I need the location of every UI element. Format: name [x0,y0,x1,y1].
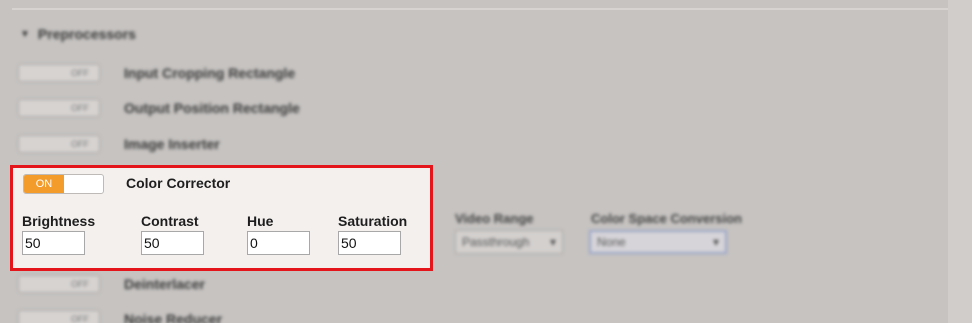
hue-input[interactable] [247,231,310,255]
row-input-cropping: OFF Input Cropping Rectangle [18,63,295,83]
chevron-down-icon: ▾ [712,235,719,249]
section-header-preprocessors[interactable]: ▼ Preprocessors [20,26,136,42]
divider [12,0,950,10]
row-output-position: OFF Output Position Rectangle [18,98,300,118]
saturation-label: Saturation [338,213,408,229]
toggle-image-inserter[interactable]: OFF [18,135,100,153]
row-label: Image Inserter [124,136,220,152]
scrollbar-track[interactable] [948,0,972,323]
contrast-input[interactable] [141,231,204,255]
row-deinterlacer: OFF Deinterlacer [18,274,205,294]
toggle-on-label: ON [24,175,64,193]
chevron-down-icon: ▾ [549,235,556,249]
row-label: Noise Reducer [124,311,223,323]
brightness-label: Brightness [22,213,96,229]
brightness-input[interactable] [22,231,85,255]
row-label: Deinterlacer [124,276,205,292]
color-corrector-toggle[interactable]: ON [23,174,104,194]
video-range-select[interactable]: Passthrough ▾ [455,230,563,254]
toggle-noise-reducer[interactable]: OFF [18,310,100,323]
saturation-input[interactable] [338,231,401,255]
row-noise-reducer: OFF Noise Reducer [18,309,222,323]
toggle-deinterlacer[interactable]: OFF [18,275,100,293]
color-corrector-title: Color Corrector [126,175,231,191]
row-label: Output Position Rectangle [124,100,300,116]
toggle-input-cropping[interactable]: OFF [18,64,100,82]
contrast-label: Contrast [141,213,199,229]
row-image-inserter: OFF Image Inserter [18,134,220,154]
row-label: Input Cropping Rectangle [124,65,296,81]
color-corrector-panel: ON Color Corrector Brightness Contrast H… [10,165,433,271]
color-space-select[interactable]: None ▾ [589,230,727,254]
triangle-down-icon: ▼ [20,28,30,40]
section-title: Preprocessors [37,26,136,42]
color-space-label: Color Space Conversion [591,211,742,226]
hue-label: Hue [247,213,274,229]
video-range-label: Video Range [455,211,534,226]
toggle-output-position[interactable]: OFF [18,99,100,117]
